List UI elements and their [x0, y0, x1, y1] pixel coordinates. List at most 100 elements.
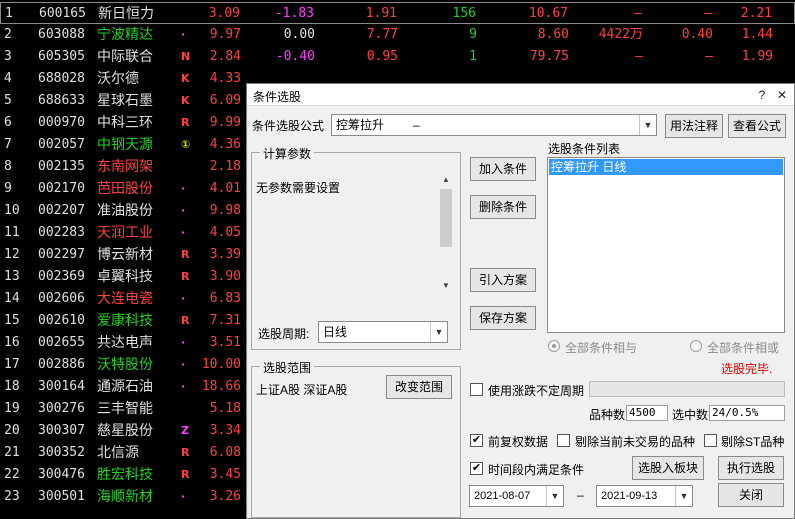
- stock-value-5: 8.60: [537, 27, 569, 42]
- import-plan-button[interactable]: 引入方案: [470, 268, 536, 292]
- stock-code: 603088: [38, 27, 85, 42]
- help-icon[interactable]: ?: [753, 86, 771, 104]
- dialog-title: 条件选股: [253, 90, 302, 104]
- chevron-down-icon[interactable]: ▼: [675, 486, 692, 506]
- usage-note-button[interactable]: 用法注释: [665, 114, 723, 138]
- stock-change-pct: 3.09: [208, 6, 240, 21]
- stock-code: 002135: [38, 159, 85, 174]
- stock-change-pct: 18.66: [201, 379, 241, 394]
- stock-change-pct: 3.90: [209, 269, 241, 284]
- stock-value-4: 156: [452, 6, 476, 21]
- stock-name: 沃特股份: [97, 357, 153, 373]
- stock-name: 胜宏科技: [97, 467, 153, 483]
- stock-value-8: 1.99: [741, 49, 773, 64]
- stock-code: 000970: [38, 115, 85, 130]
- add-to-block-button[interactable]: 选股入板块: [632, 456, 704, 480]
- formula-select[interactable]: 控筹拉升 – ▼: [331, 114, 657, 136]
- row-index: 8: [4, 159, 12, 174]
- stock-change-pct: 7.31: [209, 313, 241, 328]
- row-index: 10: [4, 203, 20, 218]
- params-text: 无参数需要设置: [256, 181, 341, 195]
- table-row[interactable]: 3 605305 中际联合 N 2.84 -0.40 0.95 1 79.75 – – 1.99: [0, 46, 795, 68]
- row-index: 3: [4, 49, 12, 64]
- stock-name: 中钢天源: [97, 137, 153, 153]
- row-index: 19: [4, 401, 20, 416]
- time-range-checkbox[interactable]: ✔: [470, 462, 483, 475]
- row-index: 7: [4, 137, 12, 152]
- radio-all-and[interactable]: [548, 340, 560, 352]
- close-icon[interactable]: ✕: [773, 86, 791, 104]
- stock-code: 300307: [38, 423, 85, 438]
- scroll-down-icon[interactable]: ▼: [439, 281, 453, 293]
- row-index: 12: [4, 247, 20, 262]
- change-range-button[interactable]: 改变范围: [386, 375, 452, 399]
- view-formula-button[interactable]: 查看公式: [728, 114, 786, 138]
- stock-code: 002207: [38, 203, 85, 218]
- condition-listbox[interactable]: 控筹拉升 日线: [547, 157, 785, 333]
- stock-flag: ·: [181, 182, 186, 195]
- save-plan-button[interactable]: 保存方案: [470, 306, 536, 330]
- stock-name: 通源石油: [97, 379, 153, 395]
- period-select[interactable]: 日线 ▼: [318, 321, 448, 343]
- scroll-thumb[interactable]: [440, 189, 452, 247]
- stock-flag: ·: [181, 490, 186, 503]
- stock-code: 300476: [38, 467, 85, 482]
- stock-code: 688028: [38, 71, 85, 86]
- stock-name: 慈星股份: [97, 423, 153, 439]
- row-index: 5: [4, 93, 12, 108]
- dialog-titlebar[interactable]: 条件选股 ? ✕: [247, 84, 794, 106]
- row-index: 6: [4, 115, 12, 130]
- chevron-down-icon[interactable]: ▼: [430, 322, 447, 342]
- date-separator: –: [577, 488, 584, 502]
- stock-name: 海顺新材: [97, 489, 153, 505]
- period-value: 日线: [323, 325, 348, 339]
- chevron-down-icon[interactable]: ▼: [546, 486, 563, 506]
- stock-flag: R: [181, 270, 190, 283]
- uncertain-period-checkbox[interactable]: [470, 383, 483, 396]
- stock-name: 宁波精达: [97, 27, 153, 43]
- execute-selection-button[interactable]: 执行选股: [718, 456, 784, 480]
- stock-value-3: 1.91: [365, 6, 397, 21]
- delete-condition-button[interactable]: 删除条件: [470, 195, 536, 219]
- stock-value-7: 0.40: [681, 27, 713, 42]
- table-row[interactable]: 1 600165 新日恒力 3.09 -1.83 1.91 156 10.67 – – 2.21: [0, 2, 795, 24]
- stock-code: 300501: [38, 489, 85, 504]
- date-from-picker[interactable]: 2021-08-07 ▼: [469, 485, 564, 507]
- stock-change-pct: 2.84: [209, 49, 241, 64]
- close-button[interactable]: 关闭: [718, 483, 784, 507]
- row-index: 1: [5, 6, 13, 21]
- stock-name: 新日恒力: [98, 6, 154, 22]
- progress-bar: [589, 381, 785, 397]
- add-condition-button[interactable]: 加入条件: [470, 157, 536, 181]
- stock-name: 三丰智能: [97, 401, 153, 417]
- row-index: 2: [4, 27, 12, 42]
- formula-label: 条件选股公式: [252, 119, 325, 133]
- chevron-down-icon[interactable]: ▼: [639, 115, 656, 135]
- exclude-no-trade-checkbox[interactable]: [557, 434, 570, 447]
- radio-all-or-label: 全部条件相或: [707, 341, 780, 355]
- stock-value-5: 79.75: [529, 49, 569, 64]
- stock-value-4: 9: [469, 27, 477, 42]
- stock-name: 爱康科技: [97, 313, 153, 329]
- stock-change-pct: 4.33: [209, 71, 241, 86]
- radio-all-or[interactable]: [690, 340, 702, 352]
- row-index: 11: [4, 225, 20, 240]
- exclude-st-checkbox[interactable]: [704, 434, 717, 447]
- params-scrollbar[interactable]: ▲ ▼: [439, 175, 453, 293]
- stock-code: 002886: [38, 357, 85, 372]
- adjust-data-checkbox[interactable]: ✔: [470, 434, 483, 447]
- scroll-up-icon[interactable]: ▲: [439, 175, 453, 187]
- stock-flag: K: [181, 72, 190, 85]
- params-group-title: 计算参数: [260, 145, 315, 162]
- stock-code: 002057: [38, 137, 85, 152]
- stock-value-3: 7.77: [366, 27, 398, 42]
- stock-change-pct: 3.39: [209, 247, 241, 262]
- date-to-value: 2021-09-13: [601, 490, 658, 502]
- condition-list-item[interactable]: 控筹拉升 日线: [549, 159, 783, 175]
- stock-value-8: 1.44: [741, 27, 773, 42]
- stock-name: 大连电瓷: [97, 291, 153, 307]
- stock-code: 600165: [39, 6, 86, 21]
- date-to-picker[interactable]: 2021-09-13 ▼: [596, 485, 693, 507]
- stock-name: 天润工业: [97, 225, 153, 241]
- table-row[interactable]: 2 603088 宁波精达 · 9.97 0.00 7.77 9 8.60 4422万 0.40 1.…: [0, 24, 795, 46]
